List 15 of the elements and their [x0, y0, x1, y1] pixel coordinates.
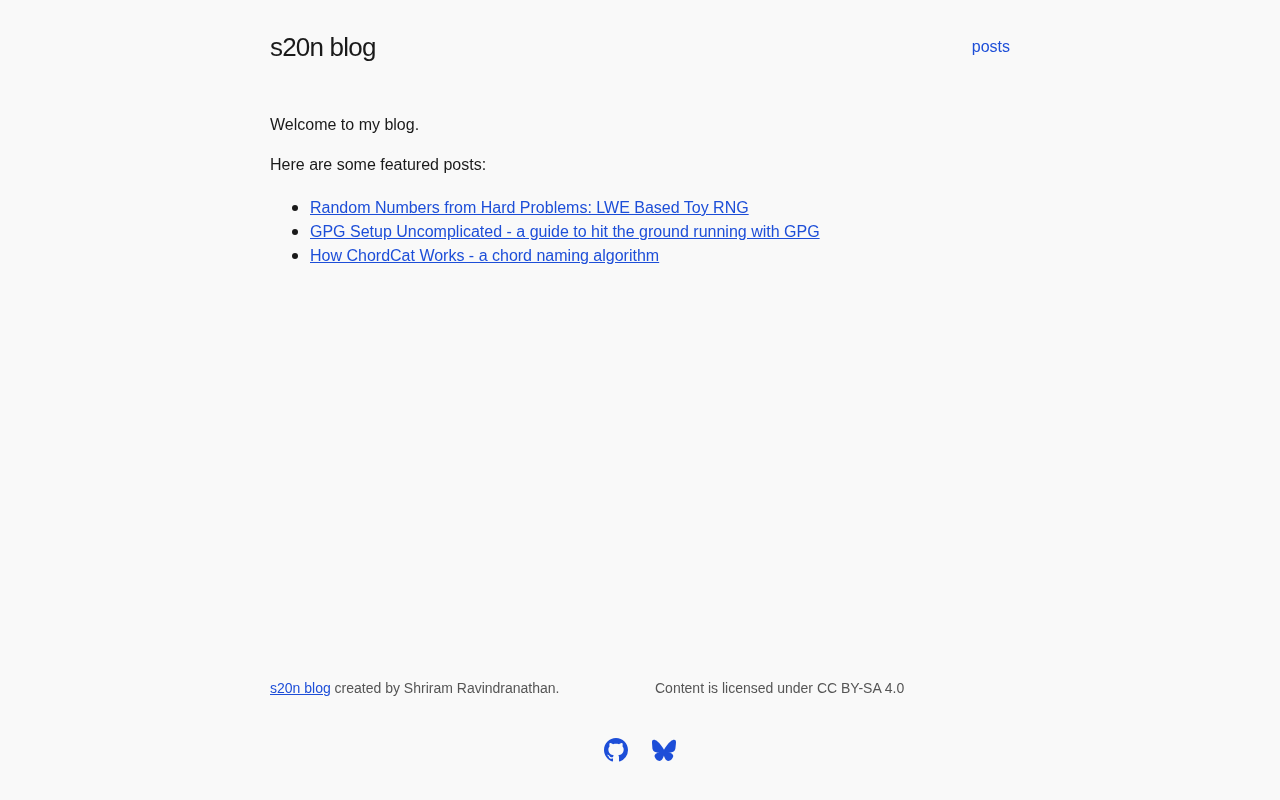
credit-text: created by Shriram Ravindranathan.	[333, 680, 560, 696]
post-link[interactable]: How ChordCat Works - a chord naming algorithm	[310, 247, 660, 265]
github-icon[interactable]	[604, 738, 628, 762]
site-title: s20n blog	[270, 31, 376, 63]
nav-link[interactable]: posts	[971, 38, 1010, 55]
butterfly-icon[interactable]	[652, 738, 676, 762]
intro-text: Welcome to my blog.	[270, 116, 421, 134]
bullet-icon	[292, 229, 298, 235]
post-link[interactable]: GPG Setup Uncomplicated - a guide to hit the ground running with GPG	[310, 223, 820, 241]
bullet-icon	[292, 205, 298, 211]
site-link[interactable]: s20n blog	[270, 680, 331, 696]
bullet-icon	[292, 253, 298, 259]
post-link[interactable]: Random Numbers from Hard Problems: LWE Based Toy RNG	[310, 199, 749, 217]
featured-heading: Here are some featured posts:	[270, 156, 488, 174]
license-text: Content is licensed under CC BY-SA 4.0	[655, 680, 906, 696]
